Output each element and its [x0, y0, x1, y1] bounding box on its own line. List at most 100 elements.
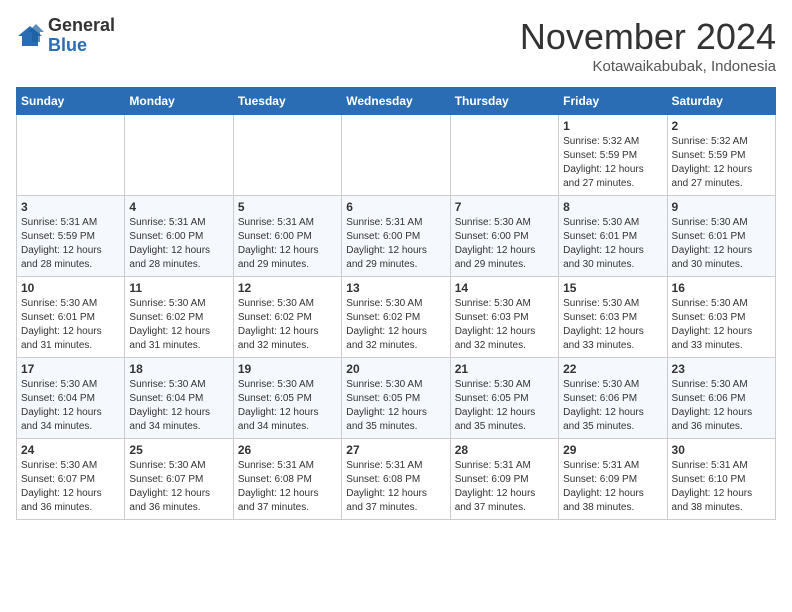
calendar-cell: 19 Sunrise: 5:30 AM Sunset: 6:05 PM Dayli… [233, 358, 341, 439]
calendar-cell: 16 Sunrise: 5:30 AM Sunset: 6:03 PM Dayli… [667, 277, 775, 358]
calendar-cell: 2 Sunrise: 5:32 AM Sunset: 5:59 PM Daylig… [667, 115, 775, 196]
calendar-cell: 11 Sunrise: 5:30 AM Sunset: 6:02 PM Dayli… [125, 277, 233, 358]
calendar-cell: 14Sunrise: 5:30 AM Sunset: 6:03 PM Dayli… [450, 277, 558, 358]
day-number: 23 [672, 362, 771, 376]
calendar-cell: 10 Sunrise: 5:30 AM Sunset: 6:01 PM Dayli… [17, 277, 125, 358]
calendar-cell: 23 Sunrise: 5:30 AM Sunset: 6:06 PM Dayli… [667, 358, 775, 439]
day-info: Sunrise: 5:31 AM Sunset: 5:59 PM Dayligh… [21, 216, 120, 272]
day-number: 26 [238, 443, 337, 457]
calendar-cell: 7 Sunrise: 5:30 AM Sunset: 6:00 PM Daylig… [450, 196, 558, 277]
day-number: 4 [129, 200, 228, 214]
day-number: 20 [346, 362, 445, 376]
day-info: Sunrise: 5:31 AM Sunset: 6:09 PM Dayligh… [563, 459, 662, 515]
day-number: 9 [672, 200, 771, 214]
calendar-cell: 13 Sunrise: 5:30 AM Sunset: 6:02 PM Dayli… [342, 277, 450, 358]
day-info: Sunrise: 5:31 AM Sunset: 6:00 PM Dayligh… [238, 216, 337, 272]
day-info: Sunrise: 5:30 AM Sunset: 6:01 PM Dayligh… [563, 216, 662, 272]
day-info: Sunrise: 5:30 AM Sunset: 6:04 PM Dayligh… [21, 378, 120, 434]
day-info: Sunrise: 5:30 AM Sunset: 6:02 PM Dayligh… [129, 297, 228, 353]
day-number: 1 [563, 119, 662, 133]
calendar-cell: 15 Sunrise: 5:30 AM Sunset: 6:03 PM Dayli… [559, 277, 667, 358]
day-number: 10 [21, 281, 120, 295]
calendar-cell [125, 115, 233, 196]
day-number: 3 [21, 200, 120, 214]
day-number: 2 [672, 119, 771, 133]
day-number: 29 [563, 443, 662, 457]
day-info: Sunrise: 5:32 AM Sunset: 5:59 PM Dayligh… [672, 135, 771, 191]
day-info: Sunrise: 5:30 AM Sunset: 6:02 PM Dayligh… [346, 297, 445, 353]
day-info: Sunrise: 5:30 AM Sunset: 6:03 PM Dayligh… [563, 297, 662, 353]
day-number: 13 [346, 281, 445, 295]
day-info: Sunrise: 5:30 AM Sunset: 6:07 PM Dayligh… [129, 459, 228, 515]
calendar-cell: 9 Sunrise: 5:30 AM Sunset: 6:01 PM Daylig… [667, 196, 775, 277]
day-info: Sunrise: 5:30 AM Sunset: 6:03 PM Dayligh… [672, 297, 771, 353]
day-info: Sunrise: 5:30 AM Sunset: 6:05 PM Dayligh… [238, 378, 337, 434]
day-number: 18 [129, 362, 228, 376]
calendar-cell: 3 Sunrise: 5:31 AM Sunset: 5:59 PM Daylig… [17, 196, 125, 277]
calendar-cell: 29 Sunrise: 5:31 AM Sunset: 6:09 PM Dayli… [559, 439, 667, 520]
logo-text: General Blue [48, 16, 115, 56]
calendar-cell: 28Sunrise: 5:31 AM Sunset: 6:09 PM Dayli… [450, 439, 558, 520]
weekday-header-row: SundayMondayTuesdayWednesdayThursdayFrid… [17, 88, 776, 115]
calendar-cell: 18 Sunrise: 5:30 AM Sunset: 6:04 PM Dayli… [125, 358, 233, 439]
title-block: November 2024 Kotawaikabubak, Indonesia [520, 16, 776, 75]
calendar-cell: 20 Sunrise: 5:30 AM Sunset: 6:05 PM Dayli… [342, 358, 450, 439]
day-info: Sunrise: 5:31 AM Sunset: 6:08 PM Dayligh… [346, 459, 445, 515]
day-number: 22 [563, 362, 662, 376]
day-info: Sunrise: 5:31 AM Sunset: 6:00 PM Dayligh… [129, 216, 228, 272]
calendar-cell [342, 115, 450, 196]
day-info: Sunrise: 5:31 AM Sunset: 6:00 PM Dayligh… [346, 216, 445, 272]
day-info: Sunrise: 5:30 AM Sunset: 6:00 PM Dayligh… [455, 216, 554, 272]
day-info: Sunrise: 5:31 AM Sunset: 6:10 PM Dayligh… [672, 459, 771, 515]
day-number: 7 [455, 200, 554, 214]
calendar-table: SundayMondayTuesdayWednesdayThursdayFrid… [16, 87, 776, 520]
calendar-cell [450, 115, 558, 196]
calendar-cell: 1 Sunrise: 5:32 AM Sunset: 5:59 PM Daylig… [559, 115, 667, 196]
day-number: 19 [238, 362, 337, 376]
day-info: Sunrise: 5:30 AM Sunset: 6:04 PM Dayligh… [129, 378, 228, 434]
calendar-cell: 12 Sunrise: 5:30 AM Sunset: 6:02 PM Dayli… [233, 277, 341, 358]
day-number: 28 [455, 443, 554, 457]
month-title: November 2024 [520, 16, 776, 58]
day-info: Sunrise: 5:31 AM Sunset: 6:08 PM Dayligh… [238, 459, 337, 515]
day-number: 6 [346, 200, 445, 214]
day-info: Sunrise: 5:30 AM Sunset: 6:01 PM Dayligh… [672, 216, 771, 272]
logo-icon [16, 22, 44, 50]
calendar-cell [17, 115, 125, 196]
logo-general-text: General [48, 15, 115, 35]
page-header: General Blue November 2024 Kotawaikabuba… [16, 16, 776, 75]
day-info: Sunrise: 5:30 AM Sunset: 6:06 PM Dayligh… [672, 378, 771, 434]
day-number: 21 [455, 362, 554, 376]
weekday-header-wednesday: Wednesday [342, 88, 450, 115]
day-number: 5 [238, 200, 337, 214]
calendar-cell: 22 Sunrise: 5:30 AM Sunset: 6:06 PM Dayli… [559, 358, 667, 439]
day-info: Sunrise: 5:30 AM Sunset: 6:06 PM Dayligh… [563, 378, 662, 434]
day-number: 16 [672, 281, 771, 295]
week-row-5: 24 Sunrise: 5:30 AM Sunset: 6:07 PM Dayli… [17, 439, 776, 520]
day-number: 8 [563, 200, 662, 214]
calendar-cell: 30Sunrise: 5:31 AM Sunset: 6:10 PM Dayli… [667, 439, 775, 520]
day-number: 25 [129, 443, 228, 457]
weekday-header-friday: Friday [559, 88, 667, 115]
week-row-1: 1 Sunrise: 5:32 AM Sunset: 5:59 PM Daylig… [17, 115, 776, 196]
day-info: Sunrise: 5:30 AM Sunset: 6:02 PM Dayligh… [238, 297, 337, 353]
week-row-3: 10 Sunrise: 5:30 AM Sunset: 6:01 PM Dayli… [17, 277, 776, 358]
day-number: 11 [129, 281, 228, 295]
day-number: 27 [346, 443, 445, 457]
calendar-cell: 24Sunrise: 5:30 AM Sunset: 6:07 PM Dayli… [17, 439, 125, 520]
day-number: 24 [21, 443, 120, 457]
weekday-header-monday: Monday [125, 88, 233, 115]
week-row-2: 3 Sunrise: 5:31 AM Sunset: 5:59 PM Daylig… [17, 196, 776, 277]
day-info: Sunrise: 5:30 AM Sunset: 6:03 PM Dayligh… [455, 297, 554, 353]
calendar-cell [233, 115, 341, 196]
day-number: 12 [238, 281, 337, 295]
day-info: Sunrise: 5:30 AM Sunset: 6:05 PM Dayligh… [455, 378, 554, 434]
day-info: Sunrise: 5:32 AM Sunset: 5:59 PM Dayligh… [563, 135, 662, 191]
day-info: Sunrise: 5:30 AM Sunset: 6:01 PM Dayligh… [21, 297, 120, 353]
week-row-4: 17Sunrise: 5:30 AM Sunset: 6:04 PM Dayli… [17, 358, 776, 439]
logo[interactable]: General Blue [16, 16, 115, 56]
day-number: 15 [563, 281, 662, 295]
day-info: Sunrise: 5:30 AM Sunset: 6:05 PM Dayligh… [346, 378, 445, 434]
calendar-cell: 17Sunrise: 5:30 AM Sunset: 6:04 PM Dayli… [17, 358, 125, 439]
logo-blue-text: Blue [48, 35, 87, 55]
